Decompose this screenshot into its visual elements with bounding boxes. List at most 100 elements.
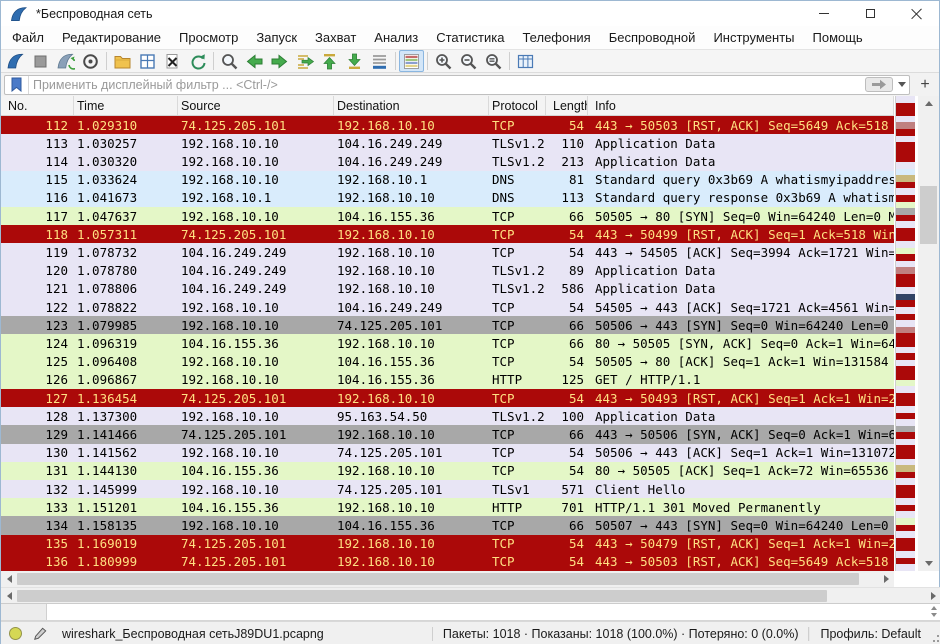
minimap-stripe	[896, 116, 915, 123]
go-last-button[interactable]	[342, 50, 367, 72]
packet-minimap[interactable]	[895, 96, 915, 571]
zoom-out-button[interactable]	[456, 50, 481, 72]
resize-columns-icon	[516, 52, 535, 71]
filter-dropdown-button[interactable]	[895, 76, 909, 94]
go-first-button[interactable]	[317, 50, 342, 72]
packet-row[interactable]: 1341.158135192.168.10.10104.16.155.36TCP…	[1, 516, 894, 534]
menu-item-go[interactable]: Запуск	[247, 28, 306, 47]
scroll-left-button[interactable]	[1, 588, 17, 603]
menu-item-tools[interactable]: Инструменты	[704, 28, 803, 47]
scroll-down-button[interactable]	[918, 556, 939, 571]
find-packet-button[interactable]	[217, 50, 242, 72]
zoom-out-icon	[459, 52, 478, 71]
column-header-destination[interactable]: Destination	[334, 96, 489, 115]
cell-info: Application Data	[588, 154, 894, 169]
column-header-time[interactable]: Time	[74, 96, 178, 115]
column-header-length[interactable]: Length	[546, 96, 588, 115]
packet-row[interactable]: 1121.02931074.125.205.101192.168.10.10TC…	[1, 116, 894, 134]
packet-row[interactable]: 1181.05731174.125.205.101192.168.10.10TC…	[1, 225, 894, 243]
column-header-no[interactable]: No.	[1, 96, 74, 115]
vertical-scrollbar-thumb[interactable]	[920, 186, 937, 244]
packet-row[interactable]: 1221.078822192.168.10.10104.16.249.249TC…	[1, 298, 894, 316]
packet-row[interactable]: 1361.18099974.125.205.101192.168.10.10TC…	[1, 553, 894, 571]
zoom-reset-button[interactable]	[481, 50, 506, 72]
display-filter-input[interactable]	[29, 77, 865, 93]
go-to-packet-button[interactable]	[292, 50, 317, 72]
open-file-button[interactable]	[110, 50, 135, 72]
vertical-scrollbar[interactable]	[918, 96, 939, 571]
profile-label[interactable]: Профиль: Default	[809, 627, 933, 641]
hscrollbar-thumb[interactable]	[17, 590, 827, 602]
save-file-button[interactable]	[135, 50, 160, 72]
close-button[interactable]	[893, 1, 939, 26]
scroll-right-button[interactable]	[925, 588, 940, 603]
start-capture-button[interactable]	[3, 50, 28, 72]
packet-row[interactable]: 1141.030320192.168.10.10104.16.249.249TL…	[1, 152, 894, 170]
packet-row[interactable]: 1261.096867192.168.10.10104.16.155.36HTT…	[1, 371, 894, 389]
colorize-packets-button[interactable]	[399, 50, 424, 72]
go-back-button[interactable]	[242, 50, 267, 72]
apply-filter-button[interactable]	[865, 77, 893, 92]
minimap-stripe	[896, 281, 915, 288]
packet-row[interactable]: 1321.145999192.168.10.1074.125.205.101TL…	[1, 480, 894, 498]
packet-row[interactable]: 1251.096408192.168.10.10104.16.155.36TCP…	[1, 353, 894, 371]
menu-item-statistics[interactable]: Статистика	[427, 28, 513, 47]
auto-scroll-button[interactable]	[367, 50, 392, 72]
packet-list-hscrollbar[interactable]	[1, 571, 894, 587]
expert-info-button[interactable]	[9, 627, 22, 640]
packet-row[interactable]: 1191.078732104.16.249.249192.168.10.10TC…	[1, 243, 894, 261]
close-file-button[interactable]	[160, 50, 185, 72]
packet-row[interactable]: 1201.078780104.16.249.249192.168.10.10TL…	[1, 262, 894, 280]
scroll-right-button[interactable]	[878, 571, 894, 587]
packet-row[interactable]: 1331.151201104.16.155.36192.168.10.10HTT…	[1, 498, 894, 516]
toolbar-separator	[509, 52, 510, 70]
menu-item-edit[interactable]: Редактирование	[53, 28, 170, 47]
go-forward-button[interactable]	[267, 50, 292, 72]
capture-comment-button[interactable]	[32, 626, 48, 642]
scroll-up-button[interactable]	[918, 96, 939, 111]
resize-columns-button[interactable]	[513, 50, 538, 72]
reload-file-button[interactable]	[185, 50, 210, 72]
hscrollbar-thumb[interactable]	[17, 573, 859, 585]
cell-length: 54	[546, 118, 588, 133]
menu-item-capture[interactable]: Захват	[306, 28, 365, 47]
menu-item-telephony[interactable]: Телефония	[513, 28, 599, 47]
add-filter-button[interactable]: +	[914, 75, 936, 95]
packet-row[interactable]: 1171.047637192.168.10.10104.16.155.36TCP…	[1, 207, 894, 225]
restart-capture-button[interactable]	[53, 50, 78, 72]
column-header-source[interactable]: Source	[178, 96, 334, 115]
maximize-button[interactable]	[847, 1, 893, 26]
stop-capture-button[interactable]	[28, 50, 53, 72]
menu-item-view[interactable]: Просмотр	[170, 28, 247, 47]
packet-row[interactable]: 1271.13645474.125.205.101192.168.10.10TC…	[1, 389, 894, 407]
menu-item-analyze[interactable]: Анализ	[365, 28, 427, 47]
packet-row[interactable]: 1231.079985192.168.10.1074.125.205.101TC…	[1, 316, 894, 334]
zoom-in-button[interactable]	[431, 50, 456, 72]
packet-row[interactable]: 1351.16901974.125.205.101192.168.10.10TC…	[1, 535, 894, 553]
lower-hscrollbar[interactable]	[1, 587, 940, 603]
menu-bar: ФайлРедактированиеПросмотрЗапускЗахватАн…	[1, 26, 939, 49]
packet-row[interactable]: 1161.041673192.168.10.1192.168.10.10DNS1…	[1, 189, 894, 207]
pane-spinner[interactable]	[931, 606, 937, 617]
packet-row[interactable]: 1301.141562192.168.10.1074.125.205.101TC…	[1, 444, 894, 462]
packet-row[interactable]: 1281.137300192.168.10.1095.163.54.50TLSv…	[1, 407, 894, 425]
colorize-packets-icon	[402, 52, 421, 71]
column-header-protocol[interactable]: Protocol	[489, 96, 546, 115]
scroll-left-button[interactable]	[1, 571, 17, 587]
minimap-stripe	[896, 241, 915, 248]
status-bar: wireshark_Беспроводная сетьJ89DU1.pcapng…	[1, 621, 940, 644]
packet-row[interactable]: 1151.033624192.168.10.10192.168.10.1DNS8…	[1, 171, 894, 189]
packet-row[interactable]: 1131.030257192.168.10.10104.16.249.249TL…	[1, 134, 894, 152]
packet-row[interactable]: 1291.14146674.125.205.101192.168.10.10TC…	[1, 425, 894, 443]
menu-item-wireless[interactable]: Беспроводной	[600, 28, 705, 47]
packet-row[interactable]: 1311.144130104.16.155.36192.168.10.10TCP…	[1, 462, 894, 480]
packet-row[interactable]: 1211.078806104.16.249.249192.168.10.10TL…	[1, 280, 894, 298]
filter-bookmark-button[interactable]	[5, 76, 29, 94]
menu-item-help[interactable]: Помощь	[804, 28, 872, 47]
column-header-info[interactable]: Info	[588, 96, 894, 115]
minimize-button[interactable]	[801, 1, 847, 26]
menu-item-file[interactable]: Файл	[3, 28, 53, 47]
capture-options-button[interactable]	[78, 50, 103, 72]
packet-row[interactable]: 1241.096319104.16.155.36192.168.10.10TCP…	[1, 334, 894, 352]
resize-grip[interactable]	[933, 622, 940, 644]
